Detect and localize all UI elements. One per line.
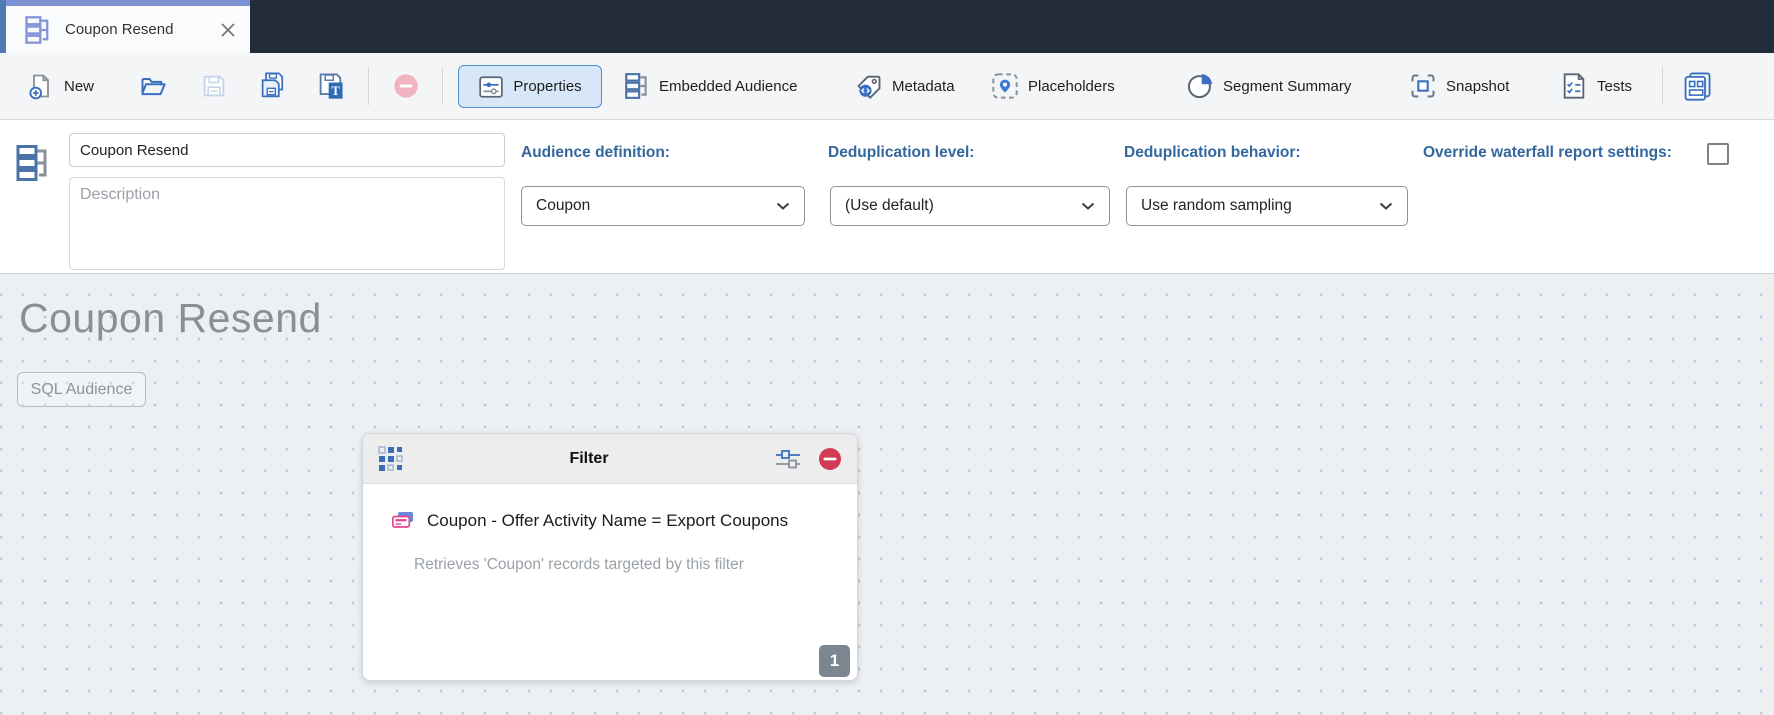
embedded-audience-tab-button[interactable]: Embedded Audience	[624, 72, 797, 100]
chevron-down-icon	[776, 202, 790, 210]
override-waterfall-checkbox[interactable]	[1707, 143, 1729, 165]
sql-audience-label: SQL Audience	[30, 380, 133, 398]
tab-bar: Coupon Resend	[0, 0, 1774, 53]
dedup-level-value: (Use default)	[845, 197, 934, 214]
svg-text:T: T	[331, 84, 340, 98]
properties-sliders-icon	[478, 75, 504, 99]
metadata-tag-icon	[855, 72, 883, 100]
properties-tab-label: Properties	[513, 78, 582, 95]
dedup-level-label: Deduplication level:	[828, 144, 975, 161]
segment-summary-pie-icon	[1186, 72, 1214, 100]
filter-description: Retrieves 'Coupon' records targeted by t…	[414, 556, 744, 573]
embedded-audience-icon	[624, 72, 650, 100]
coupon-cards-icon	[391, 511, 415, 531]
close-icon[interactable]	[220, 22, 236, 38]
node-count-badge: 1	[819, 645, 850, 677]
sql-audience-button[interactable]: SQL Audience	[17, 372, 146, 407]
tests-label: Tests	[1597, 77, 1633, 95]
dedup-behavior-value: Use random sampling	[1141, 197, 1292, 214]
metadata-tab-button[interactable]: Metadata	[855, 72, 955, 100]
tab-title: Coupon Resend	[65, 21, 174, 38]
toolbar-separator	[442, 67, 443, 105]
toolbar: New T Properties Embedded Audience Metad…	[0, 53, 1774, 120]
tests-checklist-icon	[1560, 72, 1588, 100]
save-button-disabled[interactable]	[200, 72, 228, 100]
snapshot-label: Snapshot	[1446, 77, 1510, 95]
audience-name-input[interactable]	[69, 133, 505, 167]
chevron-down-icon	[1379, 202, 1393, 210]
audience-definition-label: Audience definition:	[521, 144, 670, 161]
filter-node-title: Filter	[569, 449, 609, 467]
filter-rule-text: Coupon - Offer Activity Name = Export Co…	[427, 511, 789, 530]
tests-tab-button[interactable]: Tests	[1560, 72, 1632, 100]
properties-tab-button[interactable]: Properties	[458, 65, 602, 108]
description-input[interactable]	[69, 177, 505, 270]
app-window: Coupon Resend New T Properties Embedded …	[0, 0, 1774, 715]
open-button[interactable]	[139, 72, 167, 100]
placeholders-label: Placeholders	[1028, 77, 1115, 95]
dedup-level-select[interactable]: (Use default)	[830, 186, 1110, 226]
remove-button-disabled[interactable]	[392, 72, 420, 100]
audience-definition-select[interactable]: Coupon	[521, 186, 805, 226]
audience-hierarchy-icon	[15, 143, 51, 183]
override-waterfall-label: Override waterfall report settings:	[1423, 144, 1672, 161]
drag-grid-icon[interactable]	[378, 445, 404, 473]
filter-settings-icon[interactable]	[774, 447, 802, 471]
segment-summary-label: Segment Summary	[1223, 77, 1352, 95]
segment-summary-tab-button[interactable]: Segment Summary	[1186, 72, 1351, 100]
filter-node[interactable]: Filter Coupon - Offer Activity Name = Ex…	[362, 433, 858, 681]
filter-rule-row[interactable]: Coupon - Offer Activity Name = Export Co…	[391, 511, 788, 531]
toolbar-separator	[368, 67, 369, 105]
filter-node-header[interactable]: Filter	[363, 434, 857, 484]
new-button-label: New	[64, 77, 95, 95]
placeholders-pin-icon	[991, 72, 1019, 100]
dedup-behavior-select[interactable]: Use random sampling	[1126, 186, 1408, 226]
remove-icon-disabled	[392, 72, 420, 100]
placeholders-tab-button[interactable]: Placeholders	[991, 72, 1115, 100]
dedup-behavior-label: Deduplication behavior:	[1124, 144, 1301, 161]
metadata-label: Metadata	[892, 77, 955, 95]
canvas-title: Coupon Resend	[19, 295, 322, 341]
new-document-icon	[27, 72, 55, 100]
embedded-audience-label: Embedded Audience	[659, 77, 798, 95]
remove-node-icon[interactable]	[818, 447, 842, 471]
open-folder-icon	[139, 72, 167, 100]
audience-canvas[interactable]: Coupon Resend SQL Audience Filter Coupon…	[0, 274, 1774, 715]
tab-coupon-resend[interactable]: Coupon Resend	[6, 0, 250, 53]
save-template-icon: T	[316, 71, 346, 101]
properties-panel: Audience definition: Coupon Deduplicatio…	[0, 120, 1774, 274]
chevron-down-icon	[1081, 202, 1095, 210]
toolbar-separator	[1662, 67, 1663, 105]
save-copy-icon	[258, 71, 288, 101]
panels-button[interactable]	[1681, 70, 1713, 102]
filter-node-body: Coupon - Offer Activity Name = Export Co…	[363, 484, 857, 681]
snapshot-icon	[1409, 72, 1437, 100]
save-icon	[200, 72, 228, 100]
audience-hierarchy-icon	[24, 15, 52, 45]
save-template-button[interactable]: T	[316, 71, 346, 101]
audience-definition-value: Coupon	[536, 197, 591, 214]
panels-icon	[1681, 70, 1713, 102]
new-button[interactable]: New	[27, 72, 94, 100]
snapshot-tab-button[interactable]: Snapshot	[1409, 72, 1509, 100]
save-copy-button[interactable]	[258, 71, 288, 101]
